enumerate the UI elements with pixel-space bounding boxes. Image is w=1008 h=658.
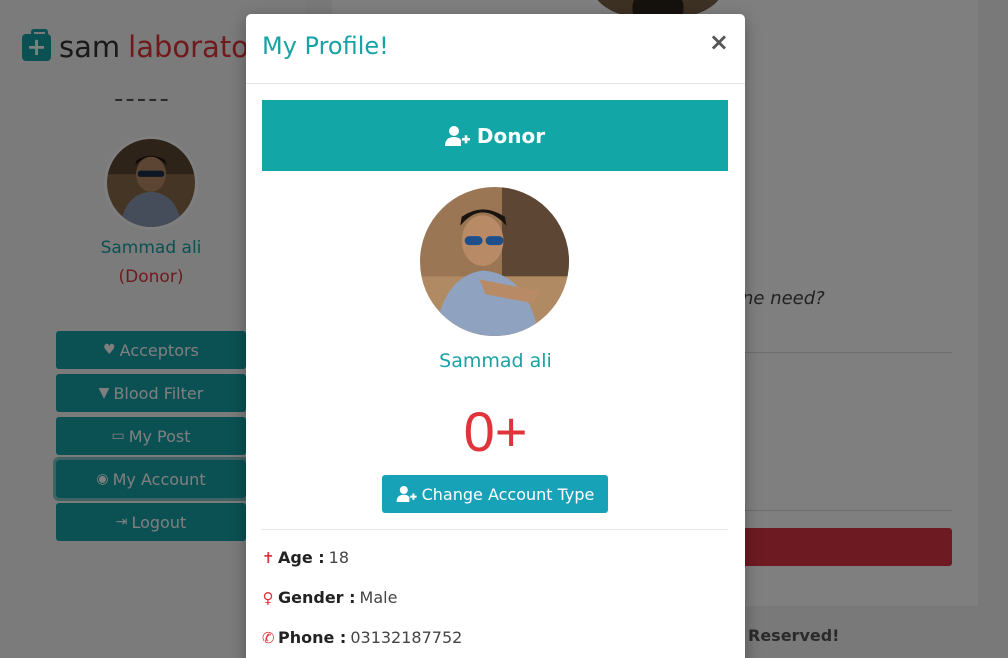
- profile-modal: My Profile! × Donor Sammad ali 0+ Change…: [246, 14, 745, 658]
- info-label: Gender :: [278, 588, 356, 607]
- change-account-type-label: Change Account Type: [421, 484, 595, 504]
- info-value: 18: [328, 548, 350, 567]
- change-account-type-button[interactable]: Change Account Type: [382, 475, 608, 513]
- info-label: Age :: [278, 548, 325, 567]
- divider: [262, 529, 728, 530]
- blood-group: 0+: [463, 400, 528, 463]
- modal-header: My Profile! ×: [246, 14, 745, 84]
- modal-title: My Profile!: [262, 32, 389, 60]
- info-age: ✝ Age : 18: [262, 548, 349, 567]
- info-gender: ♀ Gender : Male: [262, 588, 398, 607]
- info-value: Male: [359, 588, 398, 607]
- child-icon: ✝: [262, 548, 275, 567]
- phone-icon: ✆: [262, 628, 275, 647]
- profile-name: Sammad ali: [439, 350, 552, 372]
- venus-icon: ♀: [262, 588, 274, 607]
- close-button[interactable]: ×: [709, 28, 729, 56]
- info-phone: ✆ Phone : 03132187752: [262, 628, 462, 647]
- donor-banner: Donor: [262, 100, 728, 171]
- donor-label: Donor: [476, 123, 546, 148]
- user-plus-icon: [396, 486, 417, 502]
- info-value: 03132187752: [350, 628, 463, 647]
- user-plus-icon: [444, 125, 470, 146]
- info-label: Phone :: [278, 628, 347, 647]
- profile-avatar: [420, 187, 569, 336]
